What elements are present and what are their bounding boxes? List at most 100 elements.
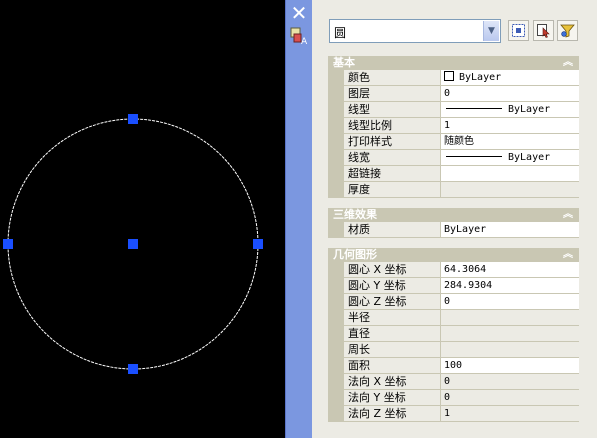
property-row[interactable]: 线型 ByLayer <box>328 102 579 118</box>
property-row[interactable]: 图层 0 <box>328 86 579 102</box>
property-value[interactable]: 随颜色 <box>441 134 579 150</box>
select-objects-icon <box>537 24 550 38</box>
toggle-pickadd-icon <box>560 24 575 38</box>
row-gutter <box>328 150 344 166</box>
property-row[interactable]: 材质 ByLayer <box>328 222 579 238</box>
drawing-canvas[interactable] <box>0 0 285 438</box>
row-gutter <box>328 86 344 102</box>
property-row[interactable]: 法向 Y 坐标 0 <box>328 390 579 406</box>
properties-icon: A <box>290 27 308 46</box>
row-gutter <box>328 102 344 118</box>
chevron-down-icon[interactable]: ▼ <box>483 21 499 41</box>
grip-bottom[interactable] <box>128 364 138 374</box>
collapse-icon[interactable]: ︽ <box>561 248 575 262</box>
property-value[interactable] <box>441 166 579 182</box>
toggle-pickadd-button[interactable] <box>557 20 578 41</box>
section-title-3d-effects: 三维效果 <box>333 208 377 221</box>
property-name: 打印样式 <box>344 134 441 150</box>
svg-text:A: A <box>301 37 308 46</box>
row-gutter <box>328 134 344 150</box>
property-value-text: ByLayer <box>508 152 551 163</box>
property-row[interactable]: 法向 Z 坐标 1 <box>328 406 579 422</box>
property-name: 半径 <box>344 310 441 326</box>
section-title-basic: 基本 <box>333 56 355 69</box>
canvas-svg <box>3 114 263 374</box>
property-name: 圆心 Y 坐标 <box>344 278 441 294</box>
property-name: 超链接 <box>344 166 441 182</box>
property-name: 材质 <box>344 222 441 238</box>
select-objects-button[interactable] <box>533 20 554 41</box>
property-name: 面积 <box>344 358 441 374</box>
property-value[interactable]: 284.9304 <box>441 278 579 294</box>
property-row[interactable]: 周长 <box>328 342 579 358</box>
section-rows-3d-effects: 材质 ByLayer <box>328 222 579 238</box>
property-value[interactable]: 1 <box>441 118 579 134</box>
property-value[interactable]: 100 <box>441 358 579 374</box>
property-value-text: 0 <box>444 392 451 403</box>
row-gutter <box>328 390 344 406</box>
property-row[interactable]: 超链接 <box>328 166 579 182</box>
palette-title-strip[interactable]: ✕ A <box>285 0 312 438</box>
property-value[interactable]: 0 <box>441 294 579 310</box>
property-row[interactable]: 半径 <box>328 310 579 326</box>
property-value-text: 1 <box>444 408 451 419</box>
grip-center[interactable] <box>128 239 138 249</box>
property-value[interactable]: ByLayer <box>441 102 579 118</box>
property-name: 图层 <box>344 86 441 102</box>
property-value[interactable]: ByLayer <box>441 222 579 238</box>
collapse-icon[interactable]: ︽ <box>561 56 575 70</box>
collapse-icon[interactable]: ︽ <box>561 208 575 222</box>
property-value[interactable]: 0 <box>441 86 579 102</box>
section-header-basic[interactable]: 基本 ︽ <box>328 56 579 70</box>
quick-select-button[interactable] <box>508 20 529 41</box>
property-value <box>441 326 579 342</box>
property-row[interactable]: 打印样式 随颜色 <box>328 134 579 150</box>
row-gutter <box>328 374 344 390</box>
property-name: 厚度 <box>344 182 441 198</box>
property-row[interactable]: 直径 <box>328 326 579 342</box>
close-icon[interactable]: ✕ <box>290 3 308 23</box>
property-name: 圆心 X 坐标 <box>344 262 441 278</box>
grip-left[interactable] <box>3 239 13 249</box>
property-name: 直径 <box>344 326 441 342</box>
property-row[interactable]: 线型比例 1 <box>328 118 579 134</box>
property-value-text: ByLayer <box>459 72 502 83</box>
quick-select-icon <box>512 24 525 37</box>
row-gutter <box>328 294 344 310</box>
row-gutter <box>328 118 344 134</box>
object-type-dropdown[interactable]: 圆 ▼ <box>329 19 501 43</box>
property-value[interactable]: 64.3064 <box>441 262 579 278</box>
property-value <box>441 342 579 358</box>
property-row[interactable]: 法向 X 坐标 0 <box>328 374 579 390</box>
property-row[interactable]: 圆心 X 坐标 64.3064 <box>328 262 579 278</box>
property-row[interactable]: 圆心 Y 坐标 284.9304 <box>328 278 579 294</box>
property-value <box>441 182 579 198</box>
row-gutter <box>328 278 344 294</box>
property-value-text: 0 <box>444 376 451 387</box>
property-row[interactable]: 线宽 ByLayer <box>328 150 579 166</box>
property-value[interactable]: ByLayer <box>441 150 579 166</box>
row-gutter <box>328 222 344 238</box>
row-gutter <box>328 310 344 326</box>
property-value-text: 100 <box>444 360 463 371</box>
row-gutter <box>328 358 344 374</box>
property-value-text: 0 <box>444 296 451 307</box>
property-name: 圆心 Z 坐标 <box>344 294 441 310</box>
property-value[interactable]: ByLayer <box>441 70 579 86</box>
grip-top[interactable] <box>128 114 138 124</box>
section-header-geometry[interactable]: 几何图形 ︽ <box>328 248 579 262</box>
property-row[interactable]: 面积 100 <box>328 358 579 374</box>
grip-right[interactable] <box>253 239 263 249</box>
property-row[interactable]: 颜色 ByLayer <box>328 70 579 86</box>
property-value-text: 0 <box>444 88 451 99</box>
property-row[interactable]: 厚度 <box>328 182 579 198</box>
property-row[interactable]: 圆心 Z 坐标 0 <box>328 294 579 310</box>
property-value-text: ByLayer <box>508 104 551 115</box>
property-value: 0 <box>441 390 579 406</box>
properties-panel: 圆 ▼ 基本 ︽ 颜色 ByLayer 图层 0 线型 ByLayer 线型比例 1 打印样式随… <box>312 0 597 438</box>
row-gutter <box>328 342 344 358</box>
property-value <box>441 310 579 326</box>
linetype-preview-icon <box>446 156 502 157</box>
section-header-3d-effects[interactable]: 三维效果 ︽ <box>328 208 579 222</box>
property-value-text: 64.3064 <box>444 264 487 275</box>
